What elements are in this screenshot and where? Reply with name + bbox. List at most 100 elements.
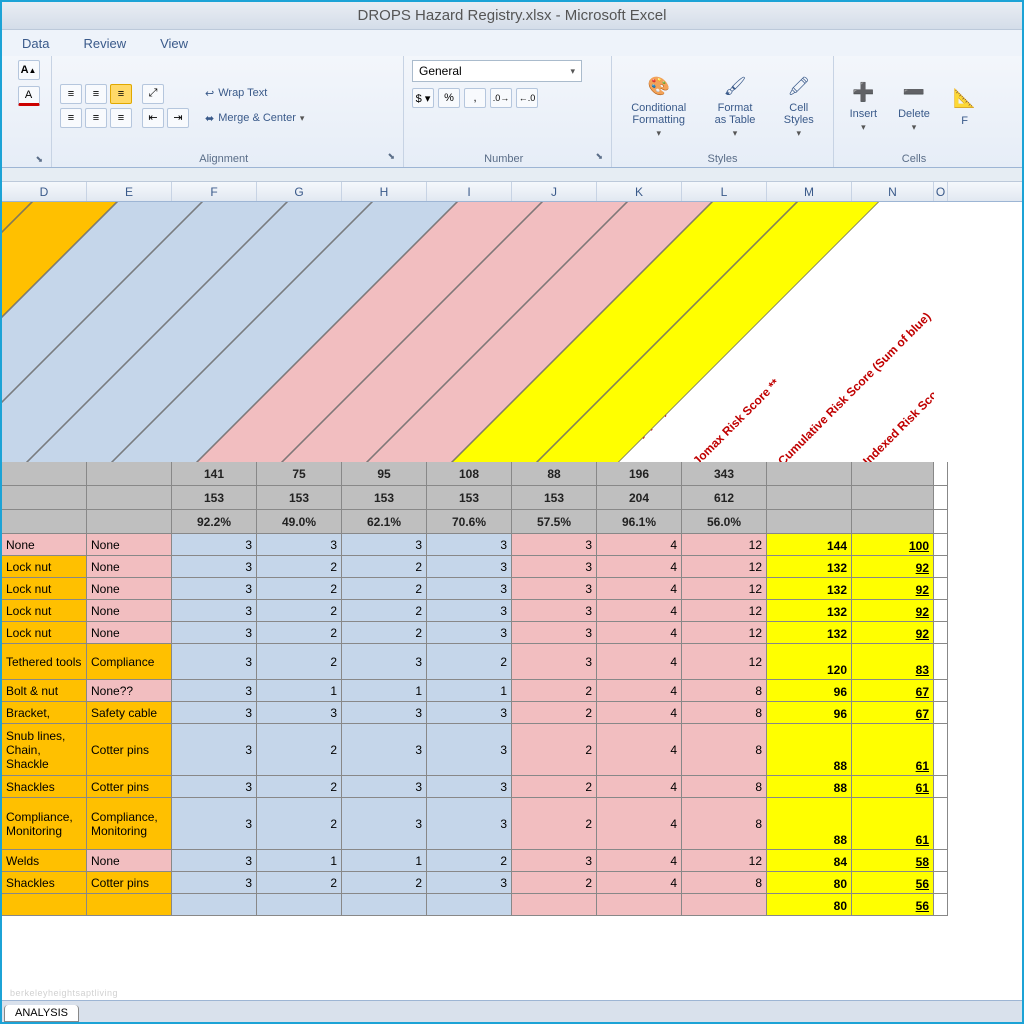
- summary-cell[interactable]: [767, 486, 852, 510]
- data-cell[interactable]: 2: [257, 776, 342, 798]
- data-cell[interactable]: 2: [257, 724, 342, 776]
- data-cell[interactable]: 12: [682, 622, 767, 644]
- data-cell[interactable]: 3: [512, 600, 597, 622]
- data-cell[interactable]: 3: [172, 578, 257, 600]
- data-cell[interactable]: 8: [682, 702, 767, 724]
- data-cell[interactable]: 96: [767, 680, 852, 702]
- data-cell[interactable]: 67: [852, 680, 934, 702]
- summary-cell[interactable]: [767, 462, 852, 486]
- data-cell[interactable]: Shackles: [2, 776, 87, 798]
- col-header-D[interactable]: D: [2, 182, 87, 201]
- data-cell[interactable]: None: [87, 600, 172, 622]
- data-cell[interactable]: 8: [682, 776, 767, 798]
- data-cell[interactable]: 92: [852, 600, 934, 622]
- data-cell[interactable]: 2: [342, 556, 427, 578]
- data-cell[interactable]: 4: [597, 644, 682, 680]
- data-cell[interactable]: 2: [257, 556, 342, 578]
- data-cell[interactable]: None: [2, 534, 87, 556]
- data-cell[interactable]: [934, 534, 948, 556]
- orientation-button[interactable]: ⤢: [142, 84, 164, 104]
- summary-cell[interactable]: 196: [597, 462, 682, 486]
- data-cell[interactable]: 88: [767, 724, 852, 776]
- data-cell[interactable]: 4: [597, 798, 682, 850]
- summary-cell[interactable]: [934, 510, 948, 534]
- data-cell[interactable]: 2: [427, 850, 512, 872]
- data-cell[interactable]: 67: [852, 702, 934, 724]
- data-cell[interactable]: 3: [172, 556, 257, 578]
- spreadsheet-area[interactable]: Primary Means of Securement*Secondary Me…: [2, 202, 1022, 912]
- data-cell[interactable]: 3: [427, 776, 512, 798]
- data-cell[interactable]: 56: [852, 894, 934, 916]
- data-cell[interactable]: 4: [597, 724, 682, 776]
- data-cell[interactable]: [512, 894, 597, 916]
- data-cell[interactable]: [934, 622, 948, 644]
- data-cell[interactable]: 8: [682, 872, 767, 894]
- summary-cell[interactable]: [2, 462, 87, 486]
- data-cell[interactable]: 92: [852, 622, 934, 644]
- summary-cell[interactable]: [767, 510, 852, 534]
- data-cell[interactable]: 4: [597, 622, 682, 644]
- data-cell[interactable]: [87, 894, 172, 916]
- data-cell[interactable]: Lock nut: [2, 556, 87, 578]
- data-cell[interactable]: 3: [172, 644, 257, 680]
- data-cell[interactable]: 4: [597, 680, 682, 702]
- data-cell[interactable]: 92: [852, 578, 934, 600]
- data-cell[interactable]: 100: [852, 534, 934, 556]
- data-cell[interactable]: 3: [427, 556, 512, 578]
- alignment-launcher-icon[interactable]: ⬊: [387, 151, 395, 165]
- data-cell[interactable]: 2: [257, 644, 342, 680]
- data-cell[interactable]: 92: [852, 556, 934, 578]
- data-cell[interactable]: 1: [427, 680, 512, 702]
- data-cell[interactable]: 12: [682, 850, 767, 872]
- data-cell[interactable]: 3: [427, 578, 512, 600]
- indent-decrease-button[interactable]: ⇤: [142, 108, 164, 128]
- data-cell[interactable]: 2: [342, 622, 427, 644]
- col-header-G[interactable]: G: [257, 182, 342, 201]
- data-cell[interactable]: Bracket,: [2, 702, 87, 724]
- data-cell[interactable]: 56: [852, 872, 934, 894]
- sheet-tab-analysis[interactable]: ANALYSIS: [4, 1005, 79, 1022]
- summary-cell[interactable]: 49.0%: [257, 510, 342, 534]
- data-cell[interactable]: 120: [767, 644, 852, 680]
- data-cell[interactable]: [934, 776, 948, 798]
- data-cell[interactable]: 3: [512, 622, 597, 644]
- data-cell[interactable]: None: [87, 622, 172, 644]
- summary-cell[interactable]: 153: [342, 486, 427, 510]
- data-cell[interactable]: 4: [597, 578, 682, 600]
- data-cell[interactable]: 83: [852, 644, 934, 680]
- summary-cell[interactable]: 62.1%: [342, 510, 427, 534]
- font-launcher-icon[interactable]: ⬊: [14, 154, 43, 165]
- summary-cell[interactable]: [2, 486, 87, 510]
- summary-cell[interactable]: [852, 462, 934, 486]
- data-cell[interactable]: 3: [172, 724, 257, 776]
- data-cell[interactable]: 144: [767, 534, 852, 556]
- data-cell[interactable]: 3: [342, 798, 427, 850]
- data-cell[interactable]: 3: [257, 702, 342, 724]
- data-cell[interactable]: 3: [427, 600, 512, 622]
- data-cell[interactable]: 3: [257, 534, 342, 556]
- wrap-text-button[interactable]: ↩ Wrap Text: [199, 84, 310, 103]
- summary-cell[interactable]: [934, 462, 948, 486]
- summary-cell[interactable]: [852, 510, 934, 534]
- data-cell[interactable]: 12: [682, 556, 767, 578]
- col-header-I[interactable]: I: [427, 182, 512, 201]
- data-cell[interactable]: [934, 578, 948, 600]
- format-as-table-button[interactable]: 🖌 Format as Table▾: [709, 69, 762, 142]
- data-cell[interactable]: [682, 894, 767, 916]
- data-cell[interactable]: [934, 798, 948, 850]
- align-top-button[interactable]: ≡: [60, 84, 82, 104]
- summary-cell[interactable]: 153: [512, 486, 597, 510]
- data-cell[interactable]: 2: [512, 724, 597, 776]
- data-cell[interactable]: Snub lines, Chain, Shackle: [2, 724, 87, 776]
- menu-data[interactable]: Data: [22, 36, 49, 51]
- decrease-decimal-button[interactable]: ←.0: [516, 88, 538, 108]
- data-cell[interactable]: 3: [172, 798, 257, 850]
- data-cell[interactable]: 80: [767, 872, 852, 894]
- align-left-button[interactable]: ≡: [60, 108, 82, 128]
- data-cell[interactable]: [934, 702, 948, 724]
- summary-cell[interactable]: 153: [427, 486, 512, 510]
- data-cell[interactable]: [934, 872, 948, 894]
- data-cell[interactable]: [342, 894, 427, 916]
- data-cell[interactable]: 61: [852, 724, 934, 776]
- merge-center-button[interactable]: ⬌ Merge & Center ▾: [199, 109, 310, 128]
